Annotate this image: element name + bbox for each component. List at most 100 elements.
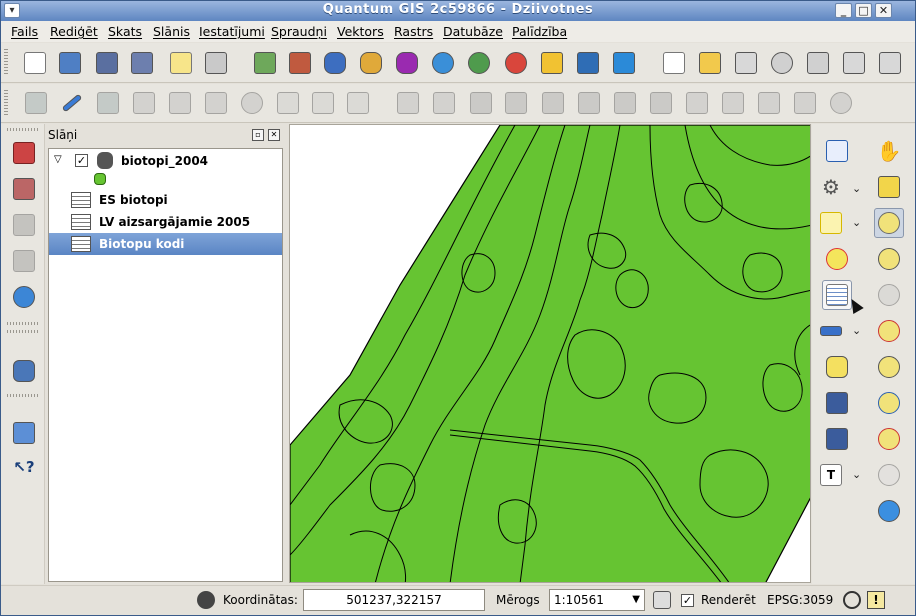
histogram2-icon[interactable]	[9, 210, 39, 240]
remove-layer-icon[interactable]	[573, 48, 603, 78]
layer-row[interactable]: ES biotopi	[49, 189, 282, 211]
spellcheck-icon[interactable]	[659, 48, 689, 78]
chevron-down-icon[interactable]: ⌄	[852, 468, 861, 481]
deselect-icon[interactable]	[822, 244, 852, 274]
save-edits-icon[interactable]	[21, 88, 51, 118]
move-feature-icon[interactable]	[165, 88, 195, 118]
annotation-icon[interactable]	[822, 388, 852, 418]
save-as-icon[interactable]	[127, 48, 157, 78]
scale-combobox[interactable]: 1:10561 ▼	[549, 589, 645, 611]
stretch-icon[interactable]	[9, 174, 39, 204]
identify-icon[interactable]	[822, 136, 852, 166]
menu-rediget[interactable]: Rediģēt	[50, 24, 98, 39]
delete-part-icon[interactable]	[610, 88, 640, 118]
stop-render-icon[interactable]	[653, 591, 671, 609]
zoom-last-icon[interactable]	[874, 424, 904, 454]
zoom-next-icon[interactable]	[874, 460, 904, 490]
zoom-in-icon[interactable]	[874, 208, 904, 238]
close-button[interactable]: ✕	[875, 3, 892, 18]
coordinates-field[interactable]: 501237,322157	[303, 589, 485, 611]
delete-ring-icon[interactable]	[574, 88, 604, 118]
eye-icon[interactable]	[767, 48, 797, 78]
zoom-actual-icon[interactable]	[874, 280, 904, 310]
add-ring-icon[interactable]	[501, 88, 531, 118]
minimize-button[interactable]: _	[835, 3, 852, 18]
current-edits-icon[interactable]	[93, 88, 123, 118]
redo-icon[interactable]	[429, 88, 459, 118]
message-log-icon[interactable]	[197, 591, 215, 609]
menu-rastrs[interactable]: Rastrs	[394, 24, 433, 39]
add-wms-icon[interactable]	[428, 48, 458, 78]
reshape-icon[interactable]	[646, 88, 676, 118]
save-project-icon[interactable]	[92, 48, 122, 78]
add-delimited-text-icon[interactable]	[537, 48, 567, 78]
new-project-icon[interactable]	[20, 48, 50, 78]
add-raster-icon[interactable]	[285, 48, 315, 78]
layer-visibility-checkbox[interactable]: ✓	[75, 154, 88, 167]
menu-skats[interactable]: Skats	[108, 24, 142, 39]
cut-features-icon[interactable]	[273, 88, 303, 118]
split-features-icon[interactable]	[718, 88, 748, 118]
open-project-icon[interactable]	[55, 48, 85, 78]
add-wfs-icon[interactable]	[501, 48, 531, 78]
capture-polygon-icon[interactable]	[129, 88, 159, 118]
menu-spraudni[interactable]: Spraudņi	[271, 24, 327, 39]
undo-icon[interactable]	[393, 88, 423, 118]
home-icon[interactable]	[822, 424, 852, 454]
merge-features-icon[interactable]	[754, 88, 784, 118]
text-annotation-icon[interactable]: T	[816, 460, 846, 490]
toggle-editing-icon[interactable]	[57, 88, 87, 118]
tag-icon[interactable]	[731, 48, 761, 78]
histogram-icon[interactable]	[9, 138, 39, 168]
zoom-layer-icon[interactable]	[874, 352, 904, 382]
toolbar-grip[interactable]	[7, 128, 39, 131]
add-wcs-icon[interactable]	[464, 48, 494, 78]
float-panel-button[interactable]: ▫	[252, 129, 264, 141]
rotate-point-icon[interactable]	[826, 88, 856, 118]
toolbar-grip[interactable]	[4, 90, 8, 116]
toolbar-grip[interactable]	[4, 49, 8, 76]
add-postgis-icon[interactable]	[320, 48, 350, 78]
pan-icon[interactable]: ✋	[874, 136, 904, 166]
add-vector-icon[interactable]	[250, 48, 280, 78]
toolbar-grip[interactable]	[7, 394, 39, 397]
warning-icon[interactable]: !	[867, 591, 885, 609]
copy-features-icon[interactable]	[308, 88, 338, 118]
menu-datubaze[interactable]: Datubāze	[443, 24, 503, 39]
tag2-icon[interactable]	[839, 48, 869, 78]
add-part-icon[interactable]	[538, 88, 568, 118]
gear-icon[interactable]: ⚙	[816, 172, 846, 202]
zoom-full-icon[interactable]	[874, 316, 904, 346]
database-icon[interactable]	[9, 356, 39, 386]
simplify-icon[interactable]	[466, 88, 496, 118]
select-feature-icon[interactable]	[816, 208, 846, 238]
menu-iestatijumi[interactable]: Iestatījumi	[199, 24, 265, 39]
node-tool-icon[interactable]	[201, 88, 231, 118]
chevron-down-icon[interactable]: ⌄	[852, 324, 861, 337]
toolbar-grip[interactable]	[7, 330, 39, 333]
add-mssql-icon[interactable]	[392, 48, 422, 78]
globe-icon[interactable]	[9, 282, 39, 312]
print-composer-icon[interactable]	[166, 48, 196, 78]
print-icon[interactable]	[201, 48, 231, 78]
measure-icon[interactable]	[816, 316, 846, 346]
zoom-selection-icon[interactable]	[874, 388, 904, 418]
menu-slanis[interactable]: Slānis	[153, 24, 190, 39]
crs-status-icon[interactable]	[843, 591, 861, 609]
offset-curve-icon[interactable]	[682, 88, 712, 118]
render-checkbox[interactable]: ✓	[681, 594, 694, 607]
collapse-arrow-icon[interactable]: ▽	[54, 154, 62, 165]
help-book-icon[interactable]	[9, 418, 39, 448]
label-icon[interactable]	[695, 48, 725, 78]
map-tip-icon[interactable]	[822, 352, 852, 382]
delete-selected-icon[interactable]	[237, 88, 267, 118]
chevron-down-icon[interactable]: ⌄	[852, 182, 861, 195]
pan-to-selection-icon[interactable]	[874, 172, 904, 202]
paste-features-icon[interactable]	[343, 88, 373, 118]
crs-label[interactable]: EPSG:3059	[767, 593, 833, 607]
merge-attributes-icon[interactable]	[790, 88, 820, 118]
add-spatialite-icon[interactable]	[356, 48, 386, 78]
layer-row[interactable]: ▽ ✓ biotopi_2004	[49, 150, 282, 172]
close-panel-button[interactable]: ✕	[268, 129, 280, 141]
new-shapefile-icon[interactable]	[609, 48, 639, 78]
